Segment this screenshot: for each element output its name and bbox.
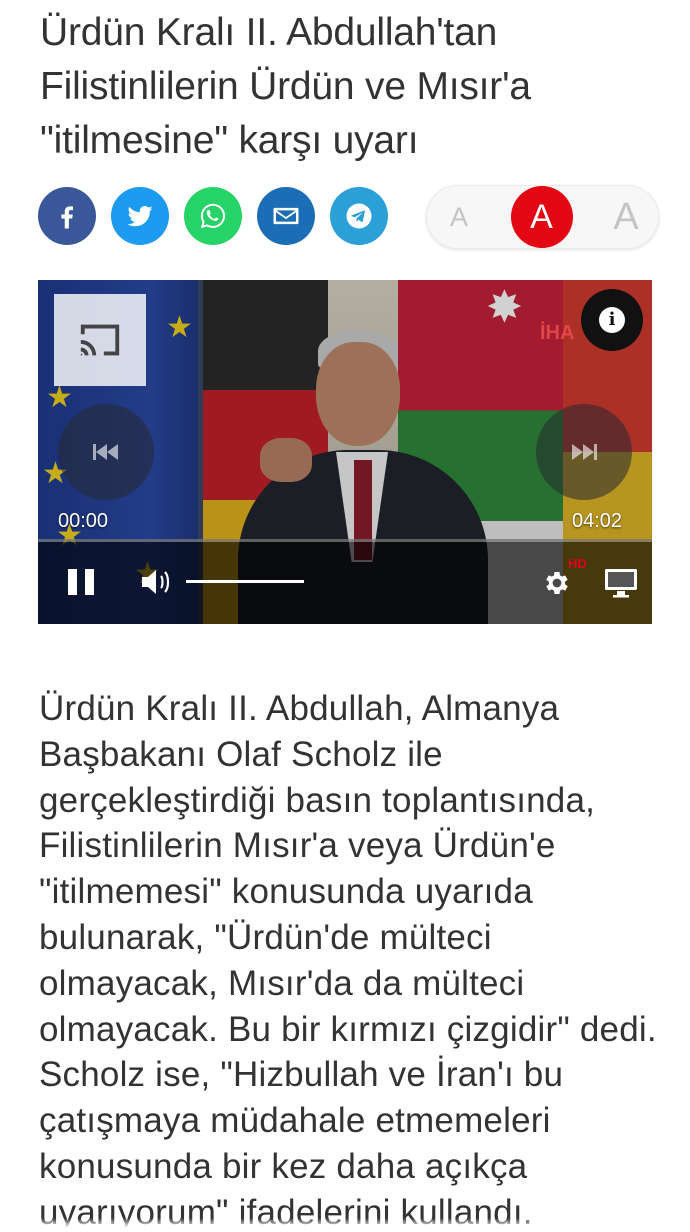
settings-button[interactable]	[542, 568, 572, 598]
font-size-small-button[interactable]: A	[441, 202, 477, 233]
info-button[interactable]: i	[581, 289, 643, 351]
envelope-icon	[273, 207, 299, 225]
twitter-icon	[127, 206, 153, 227]
font-size-medium-button[interactable]: A	[510, 186, 573, 248]
info-icon: i	[599, 307, 625, 333]
display-button[interactable]	[604, 567, 638, 599]
cast-button[interactable]	[54, 294, 146, 386]
skip-next-icon	[572, 444, 597, 460]
player-controls: HD	[38, 539, 652, 624]
article-body: Ürdün Kralı II. Abdullah, Almanya Başbak…	[39, 689, 657, 1232]
iha-watermark: İHA	[540, 322, 575, 344]
twitter-share-button[interactable]	[111, 187, 169, 245]
font-size-large-button[interactable]: A	[606, 196, 646, 239]
whatsapp-share-button[interactable]	[184, 187, 242, 245]
telegram-share-button[interactable]	[330, 187, 388, 245]
video-player[interactable]: ★ ★ ★ ★ ★ ✸ İHA i 00:00	[38, 280, 652, 624]
facebook-share-button[interactable]	[38, 187, 96, 245]
pause-button[interactable]	[68, 569, 96, 595]
share-bar	[38, 187, 388, 247]
facebook-icon	[61, 206, 73, 229]
monitor-icon	[605, 569, 637, 598]
telegram-icon	[346, 203, 372, 229]
volume-button[interactable]	[140, 567, 174, 597]
article-headline: Ürdün Kralı II. Abdullah'tan Filistinlil…	[40, 11, 531, 162]
font-size-selector: A A A	[426, 185, 659, 249]
current-time: 00:00	[58, 510, 109, 532]
email-share-button[interactable]	[257, 187, 315, 245]
previous-button[interactable]	[58, 404, 154, 500]
next-button[interactable]	[536, 404, 632, 500]
duration: 04:02	[572, 510, 623, 532]
skip-previous-icon	[93, 444, 118, 460]
hd-badge: HD	[568, 556, 587, 571]
gear-icon	[546, 572, 568, 594]
cast-icon	[80, 324, 120, 356]
volume-slider[interactable]	[186, 580, 304, 583]
bottom-fade	[0, 1218, 690, 1232]
whatsapp-icon	[200, 203, 226, 229]
volume-icon	[142, 570, 170, 594]
progress-bar[interactable]	[38, 539, 652, 542]
